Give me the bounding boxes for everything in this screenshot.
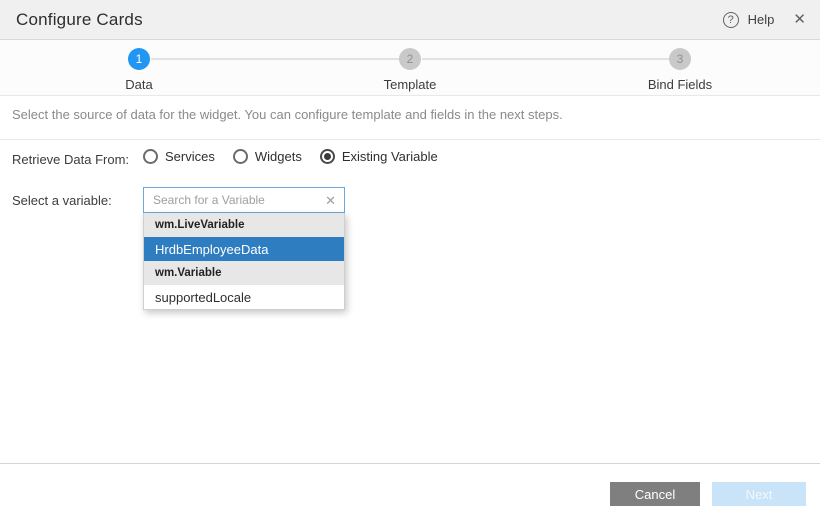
radio-label: Services xyxy=(165,149,215,164)
cancel-button[interactable]: Cancel xyxy=(610,482,700,506)
instruction-text: Select the source of data for the widget… xyxy=(12,107,808,122)
radio-label: Existing Variable xyxy=(342,149,438,164)
help-icon[interactable]: ? xyxy=(723,12,739,28)
page-title: Configure Cards xyxy=(16,10,143,30)
wizard-stepper: 1 2 3 Data Template Bind Fields xyxy=(0,40,820,96)
data-source-radio-group: Services Widgets Existing Variable xyxy=(143,149,438,164)
dropdown-item-supportedlocale[interactable]: supportedLocale xyxy=(144,285,344,309)
dialog-titlebar: Configure Cards ? Help ✕ xyxy=(0,0,820,40)
dropdown-group-wm-livevariable[interactable]: wm.LiveVariable xyxy=(144,213,344,237)
radio-existing-variable[interactable]: Existing Variable xyxy=(320,149,438,164)
close-icon[interactable]: ✕ xyxy=(793,12,806,27)
variable-search-box: ✕ xyxy=(143,187,345,213)
variable-search-input[interactable] xyxy=(144,188,321,212)
next-button[interactable]: Next xyxy=(712,482,806,506)
step-circle-data[interactable]: 1 xyxy=(128,48,150,70)
titlebar-actions: ? Help ✕ xyxy=(723,12,806,28)
section-divider xyxy=(0,139,820,140)
footer-divider xyxy=(0,463,820,464)
help-link[interactable]: Help xyxy=(748,12,775,27)
step-label-template: Template xyxy=(384,77,437,92)
configure-cards-dialog: Configure Cards ? Help ✕ 1 2 3 Data Temp… xyxy=(0,0,820,519)
step-label-bind-fields: Bind Fields xyxy=(648,77,712,92)
stepper-connector xyxy=(151,58,399,60)
radio-circle-icon xyxy=(233,149,248,164)
clear-search-icon[interactable]: ✕ xyxy=(321,194,344,207)
select-variable-label: Select a variable: xyxy=(12,193,112,208)
variable-dropdown-list: wm.LiveVariable HrdbEmployeeData wm.Vari… xyxy=(143,213,345,310)
dropdown-item-hrdbemployeedata[interactable]: HrdbEmployeeData xyxy=(144,237,344,261)
radio-label: Widgets xyxy=(255,149,302,164)
step-label-data: Data xyxy=(125,77,152,92)
step-circle-bind-fields[interactable]: 3 xyxy=(669,48,691,70)
radio-services[interactable]: Services xyxy=(143,149,215,164)
step-circle-template[interactable]: 2 xyxy=(399,48,421,70)
radio-circle-icon xyxy=(143,149,158,164)
dropdown-group-wm-variable[interactable]: wm.Variable xyxy=(144,261,344,285)
radio-widgets[interactable]: Widgets xyxy=(233,149,302,164)
stepper-connector xyxy=(422,58,669,60)
radio-circle-icon xyxy=(320,149,335,164)
retrieve-data-from-label: Retrieve Data From: xyxy=(12,152,129,167)
